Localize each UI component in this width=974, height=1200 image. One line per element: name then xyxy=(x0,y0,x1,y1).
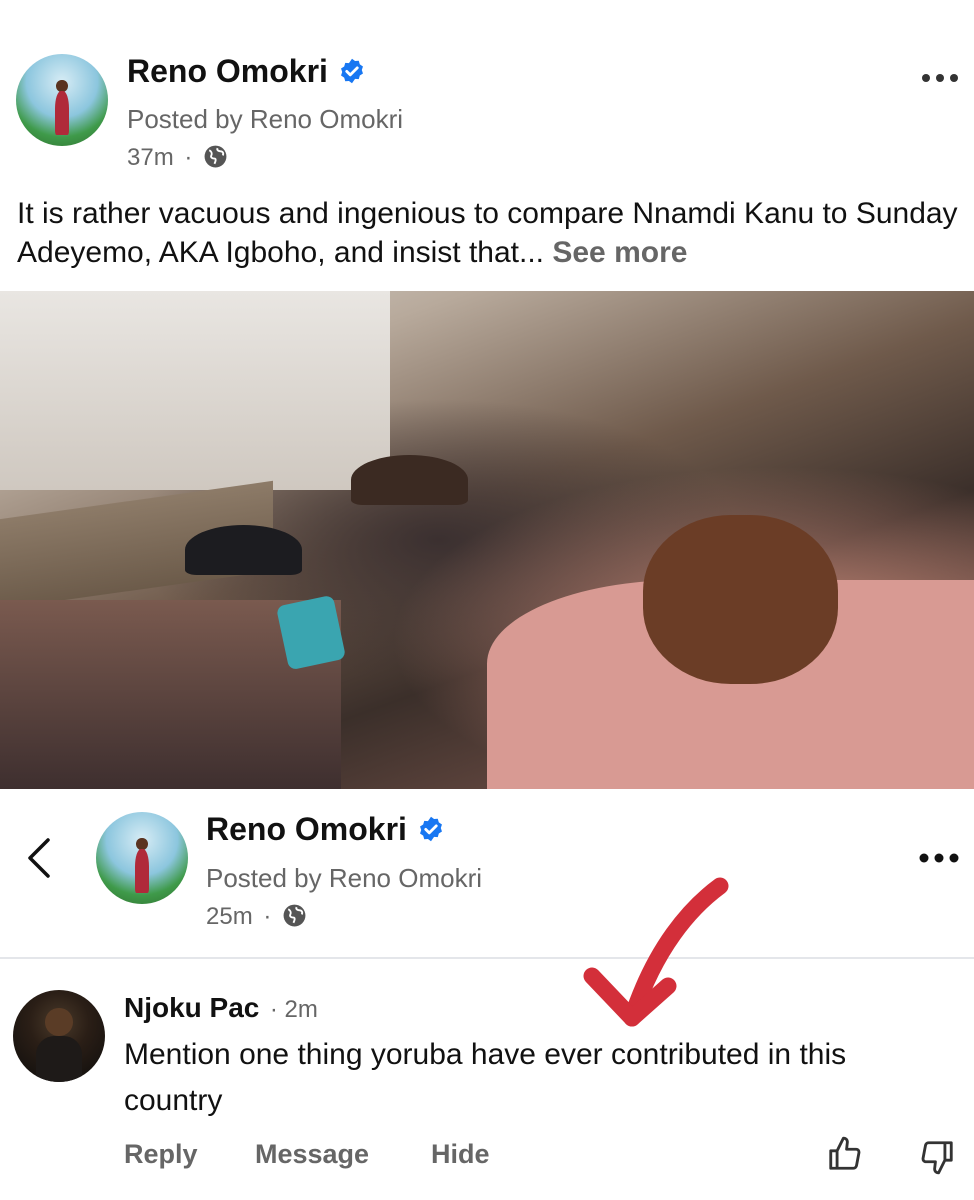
commenter-name[interactable]: Njoku Pac xyxy=(124,992,259,1023)
back-button[interactable] xyxy=(22,836,58,880)
post-meta: 37m · xyxy=(127,144,228,172)
meta-separator: · xyxy=(263,903,272,930)
verified-badge-icon xyxy=(341,58,364,84)
header2-author-name[interactable]: Reno Omokri xyxy=(206,811,407,847)
header2-author-row: Reno Omokri xyxy=(206,811,445,848)
dislike-button[interactable] xyxy=(918,1138,956,1181)
comment-time: · 2m xyxy=(269,996,318,1023)
posted-by-label: Posted by Reno Omokri xyxy=(127,104,404,134)
post-photo[interactable] xyxy=(0,291,974,789)
section-divider xyxy=(0,957,974,959)
post-author-name[interactable]: Reno Omokri xyxy=(127,53,328,89)
more-options-button[interactable] xyxy=(920,56,960,95)
more-horizontal-icon xyxy=(922,74,958,82)
chevron-left-icon xyxy=(28,838,50,878)
header2-more-button[interactable] xyxy=(918,850,960,871)
see-more-link[interactable]: See more xyxy=(552,236,687,269)
author-avatar[interactable] xyxy=(16,54,108,146)
hide-button[interactable]: Hide xyxy=(431,1139,490,1170)
header2-posted-by: Posted by Reno Omokri xyxy=(206,863,483,893)
thumbs-down-icon xyxy=(921,1141,953,1175)
globe-icon xyxy=(204,145,227,168)
comment-header: Njoku Pac · 2m xyxy=(124,992,318,1024)
thumbs-up-icon xyxy=(829,1136,861,1170)
post-body: It is rather vacuous and ingenious to co… xyxy=(17,194,962,272)
author-avatar[interactable] xyxy=(96,812,188,904)
more-horizontal-icon xyxy=(919,853,959,863)
comment-text: Mention one thing yoruba have ever contr… xyxy=(124,1038,847,1117)
header2-time: 25m xyxy=(206,903,253,930)
header2-meta: 25m · xyxy=(206,903,307,931)
globe-icon xyxy=(283,904,306,927)
annotation-arrow-icon xyxy=(583,877,729,1027)
meta-separator: · xyxy=(184,144,193,171)
verified-badge-icon xyxy=(420,816,443,842)
post-text: It is rather vacuous and ingenious to co… xyxy=(17,197,958,269)
like-button[interactable] xyxy=(826,1135,864,1178)
post-time: 37m xyxy=(127,144,174,171)
reply-button[interactable]: Reply xyxy=(124,1139,198,1170)
commenter-avatar[interactable] xyxy=(13,990,105,1082)
post-author-row: Reno Omokri xyxy=(127,53,366,90)
message-button[interactable]: Message xyxy=(255,1139,369,1170)
